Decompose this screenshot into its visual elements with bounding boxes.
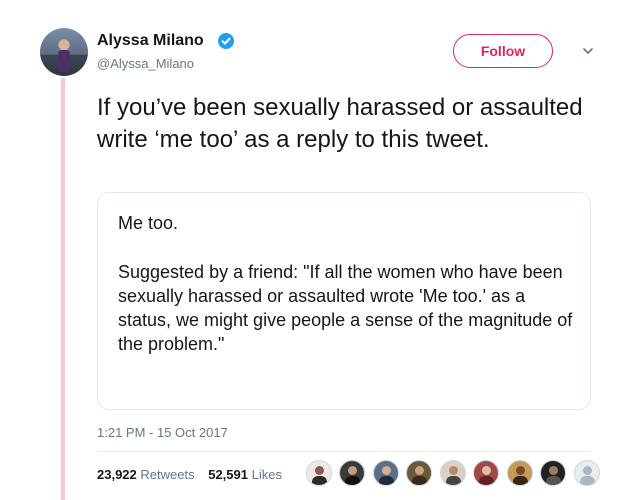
liker-avatar[interactable] bbox=[339, 460, 366, 486]
stats-divider bbox=[97, 451, 591, 452]
tweet-stats: 23,922 Retweets 52,591 Likes bbox=[97, 467, 282, 482]
avatar[interactable] bbox=[40, 28, 88, 76]
quote-line-1: Me too. bbox=[118, 213, 179, 233]
liker-avatar[interactable] bbox=[473, 460, 500, 486]
liker-avatar[interactable] bbox=[406, 460, 433, 486]
follow-button[interactable]: Follow bbox=[453, 34, 553, 68]
liker-avatar[interactable] bbox=[540, 460, 567, 486]
avatar-body bbox=[58, 50, 70, 72]
liker-avatar[interactable] bbox=[573, 460, 600, 486]
author-name[interactable]: Alyssa Milano bbox=[97, 32, 204, 50]
liker-avatar[interactable] bbox=[439, 460, 466, 486]
thread-line bbox=[61, 78, 65, 500]
author-handle[interactable]: @Alyssa_Milano bbox=[97, 56, 194, 71]
chevron-down-icon[interactable] bbox=[582, 44, 594, 56]
liker-avatar[interactable] bbox=[306, 460, 332, 486]
retweets-label[interactable]: Retweets bbox=[140, 467, 194, 482]
liker-avatar[interactable] bbox=[506, 460, 533, 486]
likers-avatars bbox=[306, 460, 603, 490]
quote-body: Suggested by a friend: "If all the women… bbox=[118, 262, 573, 354]
tweet-timestamp[interactable]: 1:21 PM - 15 Oct 2017 bbox=[97, 425, 228, 440]
tweet-text: If you’ve been sexually harassed or assa… bbox=[97, 94, 583, 153]
quoted-content-card[interactable]: Me too. Suggested by a friend: "If all t… bbox=[97, 192, 591, 410]
verified-badge-icon bbox=[218, 33, 234, 49]
likes-count[interactable]: 52,591 bbox=[208, 467, 248, 482]
likes-label[interactable]: Likes bbox=[252, 467, 282, 482]
retweets-count[interactable]: 23,922 bbox=[97, 467, 137, 482]
liker-avatar[interactable] bbox=[372, 460, 399, 486]
